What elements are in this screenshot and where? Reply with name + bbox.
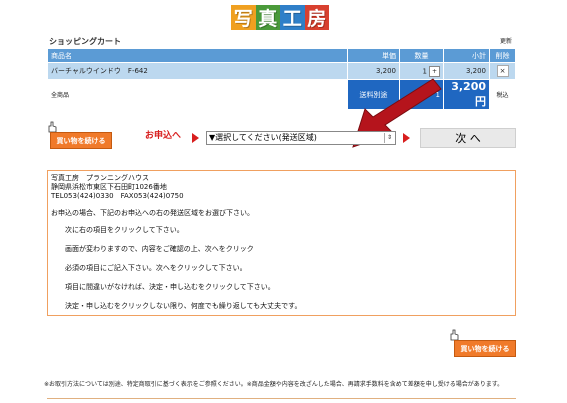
header-delete: 削除	[489, 48, 516, 63]
region-select-value: ▼選択してください(発送区域)	[209, 133, 317, 142]
continue-shopping-button-bottom[interactable]: 買い物を続ける	[454, 340, 516, 357]
logo-char-3: 工	[280, 5, 305, 30]
item-name: バーチャルウインドウ F-642	[47, 62, 348, 80]
red-triangle-icon	[403, 133, 410, 143]
bottom-divider	[47, 398, 516, 399]
tax-label: 税込	[489, 79, 516, 110]
cart-item-row: バーチャルウインドウ F-642 3,200 1 + 3,200 ×	[47, 62, 516, 80]
item-delete-cell: ×	[489, 62, 516, 80]
red-triangle-icon	[192, 133, 199, 143]
next-button[interactable]: 次 へ	[420, 128, 516, 148]
company-contact: TEL053(424)0330 FAX053(424)0750	[51, 192, 184, 200]
header-subtotal: 小計	[443, 48, 490, 63]
step-4: 項目に間違いがなければ、決定・申し込むをクリックして下さい。	[65, 283, 275, 291]
grand-total: 3,200円	[443, 79, 490, 110]
item-subtotal: 3,200	[443, 62, 490, 80]
cart-footer-row: 全商品 送料別途 1 3,200円 税込	[47, 79, 516, 110]
company-address: 静岡県浜松市東区下石田町1026番地	[51, 183, 167, 191]
step-1: 次に右の項目をクリックして下さい。	[65, 226, 184, 234]
total-label: 全商品	[47, 79, 348, 110]
step-5: 決定・申し込むをクリックしない限り、何度でも繰り返しても大丈夫です。	[65, 302, 302, 310]
cart-header-row: 商品名 単価 数量 小計 削除	[47, 48, 516, 63]
delete-item-button[interactable]: ×	[496, 65, 509, 77]
footnote: ※お取引方法については別途、特定商取引に基づく表示をご参照ください。※商品金額や…	[44, 381, 504, 388]
continue-shopping-button[interactable]: 買い物を続ける	[50, 132, 112, 149]
info-box: 写真工房 プランニングハウス 静岡県浜松市東区下石田町1026番地 TEL053…	[47, 170, 516, 316]
cart-title: ショッピングカート	[49, 37, 121, 46]
step-2: 画面が変わりますので、内容をご確認の上、次へをクリック	[65, 245, 254, 253]
apply-label: お申込へ	[145, 131, 182, 141]
cart-table: 商品名 単価 数量 小計 削除 バーチャルウインドウ F-642 3,200 1…	[47, 48, 516, 110]
logo-char-2: 真	[255, 5, 280, 30]
region-select[interactable]: ▼選択してください(発送区域) ⇕	[206, 131, 396, 145]
select-caret-icon: ⇕	[384, 133, 394, 143]
site-logo: 写 真 工 房	[231, 5, 329, 30]
header-product: 商品名	[47, 48, 348, 63]
logo-char-4: 房	[304, 5, 329, 30]
update-link[interactable]: 更新	[500, 36, 512, 45]
intro-text: お申込の場合、下記のお申込への右の発送区域をお選び下さい。	[51, 209, 254, 217]
header-unit-price: 単価	[347, 48, 400, 63]
step-3: 必須の項目にご記入下さい。次へをクリックして下さい。	[65, 264, 247, 272]
header-quantity: 数量	[399, 48, 444, 63]
company-name: 写真工房 プランニングハウス	[51, 174, 149, 182]
logo-char-1: 写	[231, 5, 256, 30]
